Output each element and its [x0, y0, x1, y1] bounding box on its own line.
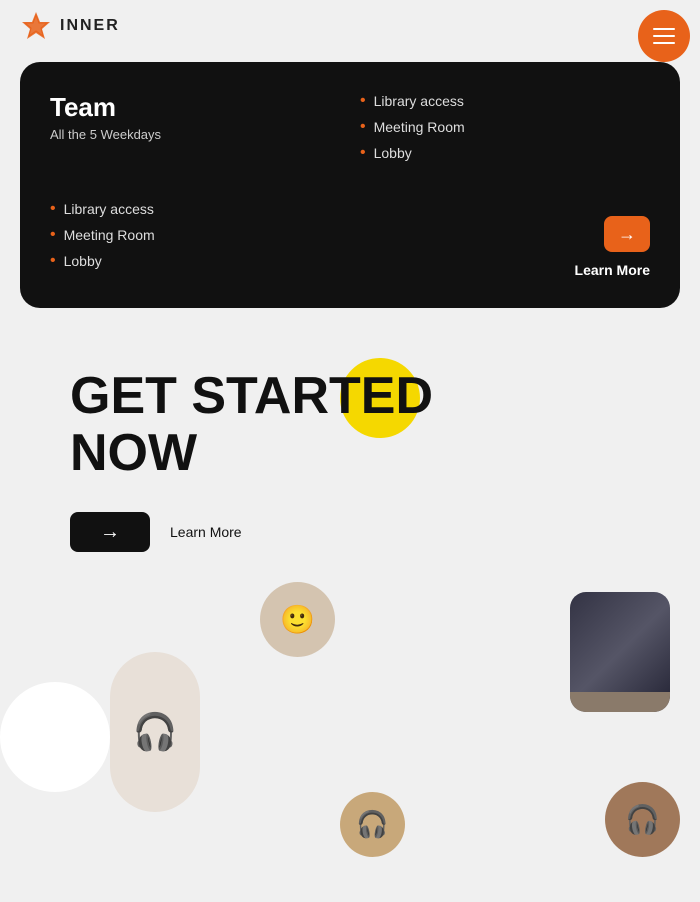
- arrow-icon: →: [618, 224, 636, 245]
- headset-right-image: 🎧: [605, 782, 680, 857]
- card-bottom-left: Library access Meeting Room Lobby: [50, 200, 350, 278]
- title-wrapper: GET STARTED NOW: [70, 368, 433, 482]
- feature-label: Meeting Room: [64, 227, 155, 243]
- card-learn-more-link[interactable]: Learn More: [575, 262, 650, 278]
- card-features-right: Library access Meeting Room Lobby: [360, 92, 650, 170]
- headphones-bottom-image: 🎧: [340, 792, 405, 857]
- headphones-emoji: 🎧: [133, 711, 178, 753]
- logo: INNER: [20, 10, 120, 42]
- arrow-icon: →: [100, 521, 120, 544]
- feature-item: Lobby: [360, 144, 650, 162]
- headphones2-emoji: 🎧: [356, 809, 388, 840]
- headset-emoji: 🎧: [625, 803, 660, 836]
- laptop-image: [570, 592, 670, 712]
- get-started-section: GET STARTED NOW → Learn More: [0, 328, 700, 572]
- hamburger-line: [653, 28, 675, 30]
- images-section: 🙂 🎧 🎧 🎧: [0, 582, 700, 902]
- get-started-line1: GET STARTED: [70, 367, 433, 425]
- hamburger-line: [653, 35, 675, 37]
- feature-label: Lobby: [374, 145, 412, 161]
- laptop-keyboard: [570, 692, 670, 712]
- features-list-right: Library access Meeting Room Lobby: [360, 92, 650, 162]
- get-started-learn-more-link[interactable]: Learn More: [170, 524, 242, 540]
- feature-item: Library access: [50, 200, 350, 218]
- logo-text: INNER: [60, 17, 120, 35]
- get-started-line2: NOW: [70, 424, 197, 482]
- feature-item: Meeting Room: [360, 118, 650, 136]
- navbar: INNER: [0, 0, 700, 52]
- card-left: Team All the 5 Weekdays: [50, 92, 340, 170]
- feature-label: Meeting Room: [374, 119, 465, 135]
- feature-item: Meeting Room: [50, 226, 350, 244]
- card-bottom: Library access Meeting Room Lobby → Lear…: [50, 200, 650, 278]
- white-blob-decoration: [0, 682, 110, 792]
- get-started-arrow-button[interactable]: →: [70, 512, 150, 552]
- features-list-left: Library access Meeting Room Lobby: [50, 200, 350, 270]
- face-image: 🙂: [260, 582, 335, 657]
- feature-label: Library access: [64, 201, 154, 217]
- team-card: Team All the 5 Weekdays Library access M…: [20, 62, 680, 308]
- face-emoji: 🙂: [280, 603, 315, 636]
- feature-item: Lobby: [50, 252, 350, 270]
- card-arrow-button[interactable]: →: [604, 216, 650, 252]
- get-started-title: GET STARTED NOW: [70, 368, 433, 482]
- feature-label: Library access: [374, 93, 464, 109]
- cta-row: → Learn More: [70, 512, 680, 552]
- logo-icon: [20, 10, 52, 42]
- card-title: Team: [50, 92, 340, 123]
- card-top: Team All the 5 Weekdays Library access M…: [50, 92, 650, 170]
- feature-label: Lobby: [64, 253, 102, 269]
- menu-button[interactable]: [638, 10, 690, 62]
- hamburger-line: [653, 42, 675, 44]
- card-bottom-right: → Learn More: [350, 216, 650, 278]
- card-subtitle: All the 5 Weekdays: [50, 127, 340, 142]
- feature-item: Library access: [360, 92, 650, 110]
- headphones-left-image: 🎧: [110, 652, 200, 812]
